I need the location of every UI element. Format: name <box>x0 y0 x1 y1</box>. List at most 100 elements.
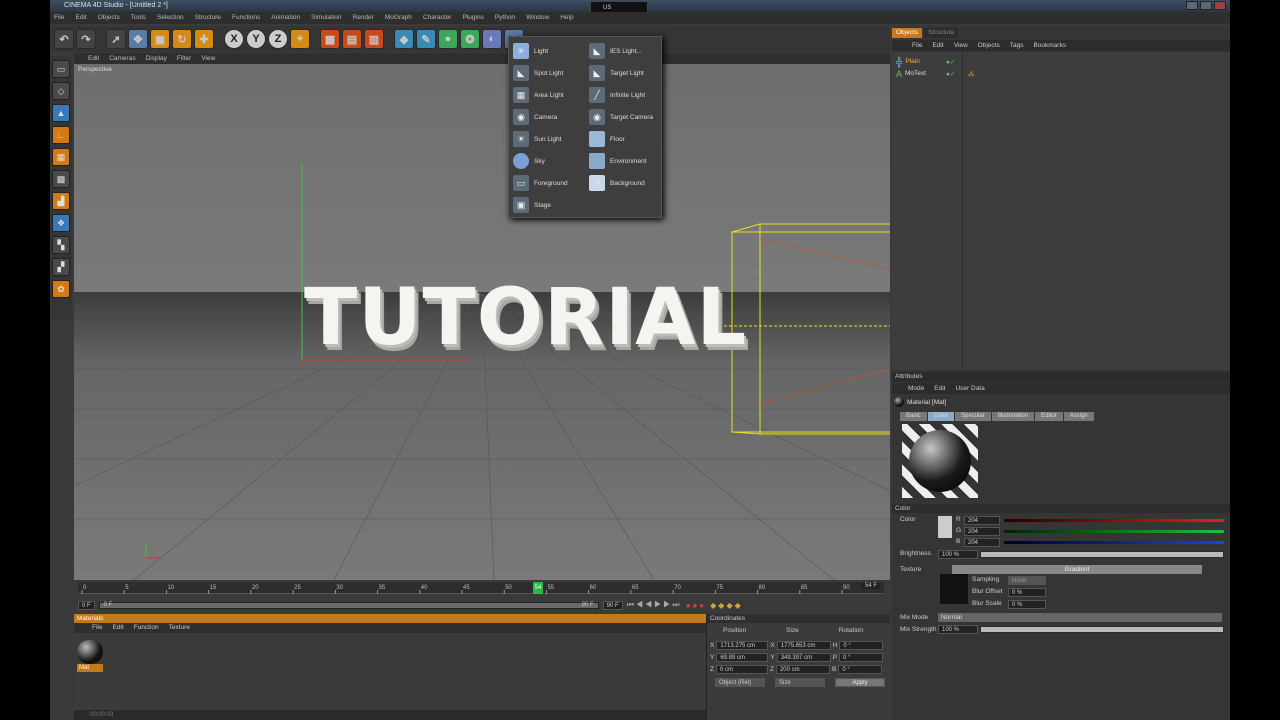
size-mode-dropdown[interactable]: Size <box>775 678 825 687</box>
color-b-field[interactable]: 204 <box>964 538 1000 547</box>
workplane-icon[interactable]: ▚ <box>52 236 70 254</box>
render-view-icon[interactable]: ▦ <box>320 29 340 49</box>
menu-tools[interactable]: Tools <box>131 12 146 24</box>
viewport-menu-cameras[interactable]: Cameras <box>109 53 135 64</box>
tab-color[interactable]: Color <box>927 412 955 421</box>
popup-item-sky[interactable]: Sky <box>513 153 545 169</box>
brightness-field[interactable]: 100 % <box>938 550 978 559</box>
sampling-dropdown[interactable]: None <box>1008 576 1046 585</box>
color-r-field[interactable]: 204 <box>964 516 1000 525</box>
attr-menu-user-data[interactable]: User Data <box>955 383 984 394</box>
move-tool-icon[interactable]: ✥ <box>128 29 148 49</box>
polygons-mode-icon[interactable]: ▩ <box>52 170 70 188</box>
rotate-tool-icon[interactable]: ↻ <box>172 29 192 49</box>
position-z-field[interactable]: 0 cm <box>715 665 768 674</box>
object-menu-tags[interactable]: Tags <box>1010 40 1024 51</box>
popup-item-floor[interactable]: Floor <box>589 131 625 147</box>
cube-icon[interactable]: ◆ <box>394 29 414 49</box>
visibility-check-icon[interactable]: ●✓ <box>946 58 955 66</box>
deformer-icon[interactable]: ◐ <box>482 29 502 49</box>
viewport-menu-display[interactable]: Display <box>146 53 167 64</box>
tab-editor[interactable]: Editor <box>1035 412 1063 421</box>
coordinate-mode-dropdown[interactable]: Object (Rel) <box>715 678 765 687</box>
snap-icon[interactable]: ▞ <box>52 258 70 276</box>
object-mode-icon[interactable]: ▲ <box>52 104 70 122</box>
color-g-field[interactable]: 204 <box>964 527 1000 536</box>
model-mode-icon[interactable]: ◇ <box>52 82 70 100</box>
popup-item-target-camera[interactable]: ◉ Target Camera <box>589 109 653 125</box>
material-menu-edit[interactable]: Edit <box>112 623 123 633</box>
object-menu-objects[interactable]: Objects <box>978 40 1000 51</box>
coordinate-system-icon[interactable]: ⌖ <box>290 29 310 49</box>
popup-item-camera[interactable]: ◉ Camera <box>513 109 557 125</box>
attr-menu-mode[interactable]: Mode <box>908 383 924 394</box>
color-swatch[interactable] <box>938 516 952 538</box>
tab-specular[interactable]: Specular <box>955 412 991 421</box>
record-keys-icons[interactable]: ●●● <box>686 601 707 610</box>
recent-tool-icon[interactable]: ✚ <box>194 29 214 49</box>
material-menu-texture[interactable]: Texture <box>169 623 190 633</box>
tab-illumination[interactable]: Illumination <box>991 412 1035 421</box>
tab-basic[interactable]: Basic <box>900 412 927 421</box>
playback-controls[interactable]: ⏮◀◀▶▶⏭ <box>627 600 682 610</box>
end-frame-field[interactable]: 90 F <box>602 600 623 610</box>
menu-objects[interactable]: Objects <box>98 12 120 24</box>
sculpt-icon[interactable]: ✿ <box>52 280 70 298</box>
mix-strength-field[interactable]: 100 % <box>938 625 978 634</box>
popup-item-stage[interactable]: ▣ Stage <box>513 197 551 213</box>
array-icon[interactable]: ❂ <box>460 29 480 49</box>
position-x-field[interactable]: 1713.275 cm <box>716 641 769 650</box>
y-axis-button[interactable]: Y <box>246 29 266 49</box>
viewport-menu-view[interactable]: View <box>201 53 215 64</box>
key-options-icons[interactable]: ◆◆◆◆ <box>710 601 743 610</box>
object-row-plain[interactable]: ╬ Plain ●✓ <box>896 56 955 67</box>
nurbs-icon[interactable]: ● <box>438 29 458 49</box>
position-y-field[interactable]: 69.89 cm <box>716 653 769 662</box>
rotation-b-field[interactable]: 0 ° <box>838 665 883 674</box>
frame-range-slider[interactable]: 0 F 90 F <box>98 601 599 609</box>
menu-window[interactable]: Window <box>526 12 549 24</box>
material-menu-function[interactable]: Function <box>134 623 159 633</box>
mix-strength-slider[interactable] <box>980 626 1224 633</box>
texture-button[interactable]: Gradient <box>952 565 1202 574</box>
popup-item-sun-light[interactable]: ☀ Sun Light <box>513 131 561 147</box>
popup-item-ies-light[interactable]: ◣ IES Light... <box>589 43 642 59</box>
edges-mode-icon[interactable]: ▦ <box>52 148 70 166</box>
current-frame-marker[interactable]: 54 <box>533 582 543 594</box>
scale-tool-icon[interactable]: ▣ <box>150 29 170 49</box>
render-settings-icon[interactable]: ▥ <box>364 29 384 49</box>
undo-icon[interactable]: ↶ <box>54 29 74 49</box>
mix-mode-dropdown[interactable]: Normal <box>938 613 1222 622</box>
axis-mode-icon[interactable]: ▟ <box>52 192 70 210</box>
size-y-field[interactable]: 349.397 cm <box>776 653 831 662</box>
popup-item-spot-light[interactable]: ◣ Spot Light <box>513 65 563 81</box>
make-editable-icon[interactable]: ▭ <box>52 60 70 78</box>
menu-plugins[interactable]: Plugins <box>462 12 483 24</box>
spline-pen-icon[interactable]: ✎ <box>416 29 436 49</box>
apply-button[interactable]: Apply <box>835 678 885 687</box>
attr-menu-edit[interactable]: Edit <box>934 383 945 394</box>
object-menu-file[interactable]: File <box>912 40 922 51</box>
popup-item-target-light[interactable]: ◣ Target Light <box>589 65 644 81</box>
color-r-slider[interactable] <box>1004 519 1224 522</box>
rotation-h-field[interactable]: 0 ° <box>839 641 884 650</box>
object-menu-view[interactable]: View <box>954 40 968 51</box>
render-picture-viewer-icon[interactable]: ▤ <box>342 29 362 49</box>
visibility-check-icon[interactable]: ●✓ <box>946 70 955 78</box>
material-swatch[interactable]: Mat <box>77 640 103 672</box>
menu-render[interactable]: Render <box>353 12 374 24</box>
viewport-3d[interactable]: Perspective TUTORIAL <box>74 64 890 580</box>
menu-file[interactable]: File <box>54 12 64 24</box>
tab-objects[interactable]: Objects <box>892 28 923 38</box>
blur-scale-field[interactable]: 0 % <box>1008 600 1046 609</box>
color-b-slider[interactable] <box>1004 541 1224 544</box>
viewport-menu-filter[interactable]: Filter <box>177 53 191 64</box>
close-button[interactable] <box>1214 1 1226 10</box>
select-arrow-icon[interactable]: ➚ <box>106 29 126 49</box>
menu-help[interactable]: Help <box>560 12 573 24</box>
size-z-field[interactable]: 200 cm <box>775 665 830 674</box>
popup-item-background[interactable]: ◔ Background <box>589 175 645 191</box>
viewport-menu-edit[interactable]: Edit <box>88 53 99 64</box>
menu-character[interactable]: Character <box>423 12 452 24</box>
tab-structure[interactable]: Structure <box>924 28 959 38</box>
